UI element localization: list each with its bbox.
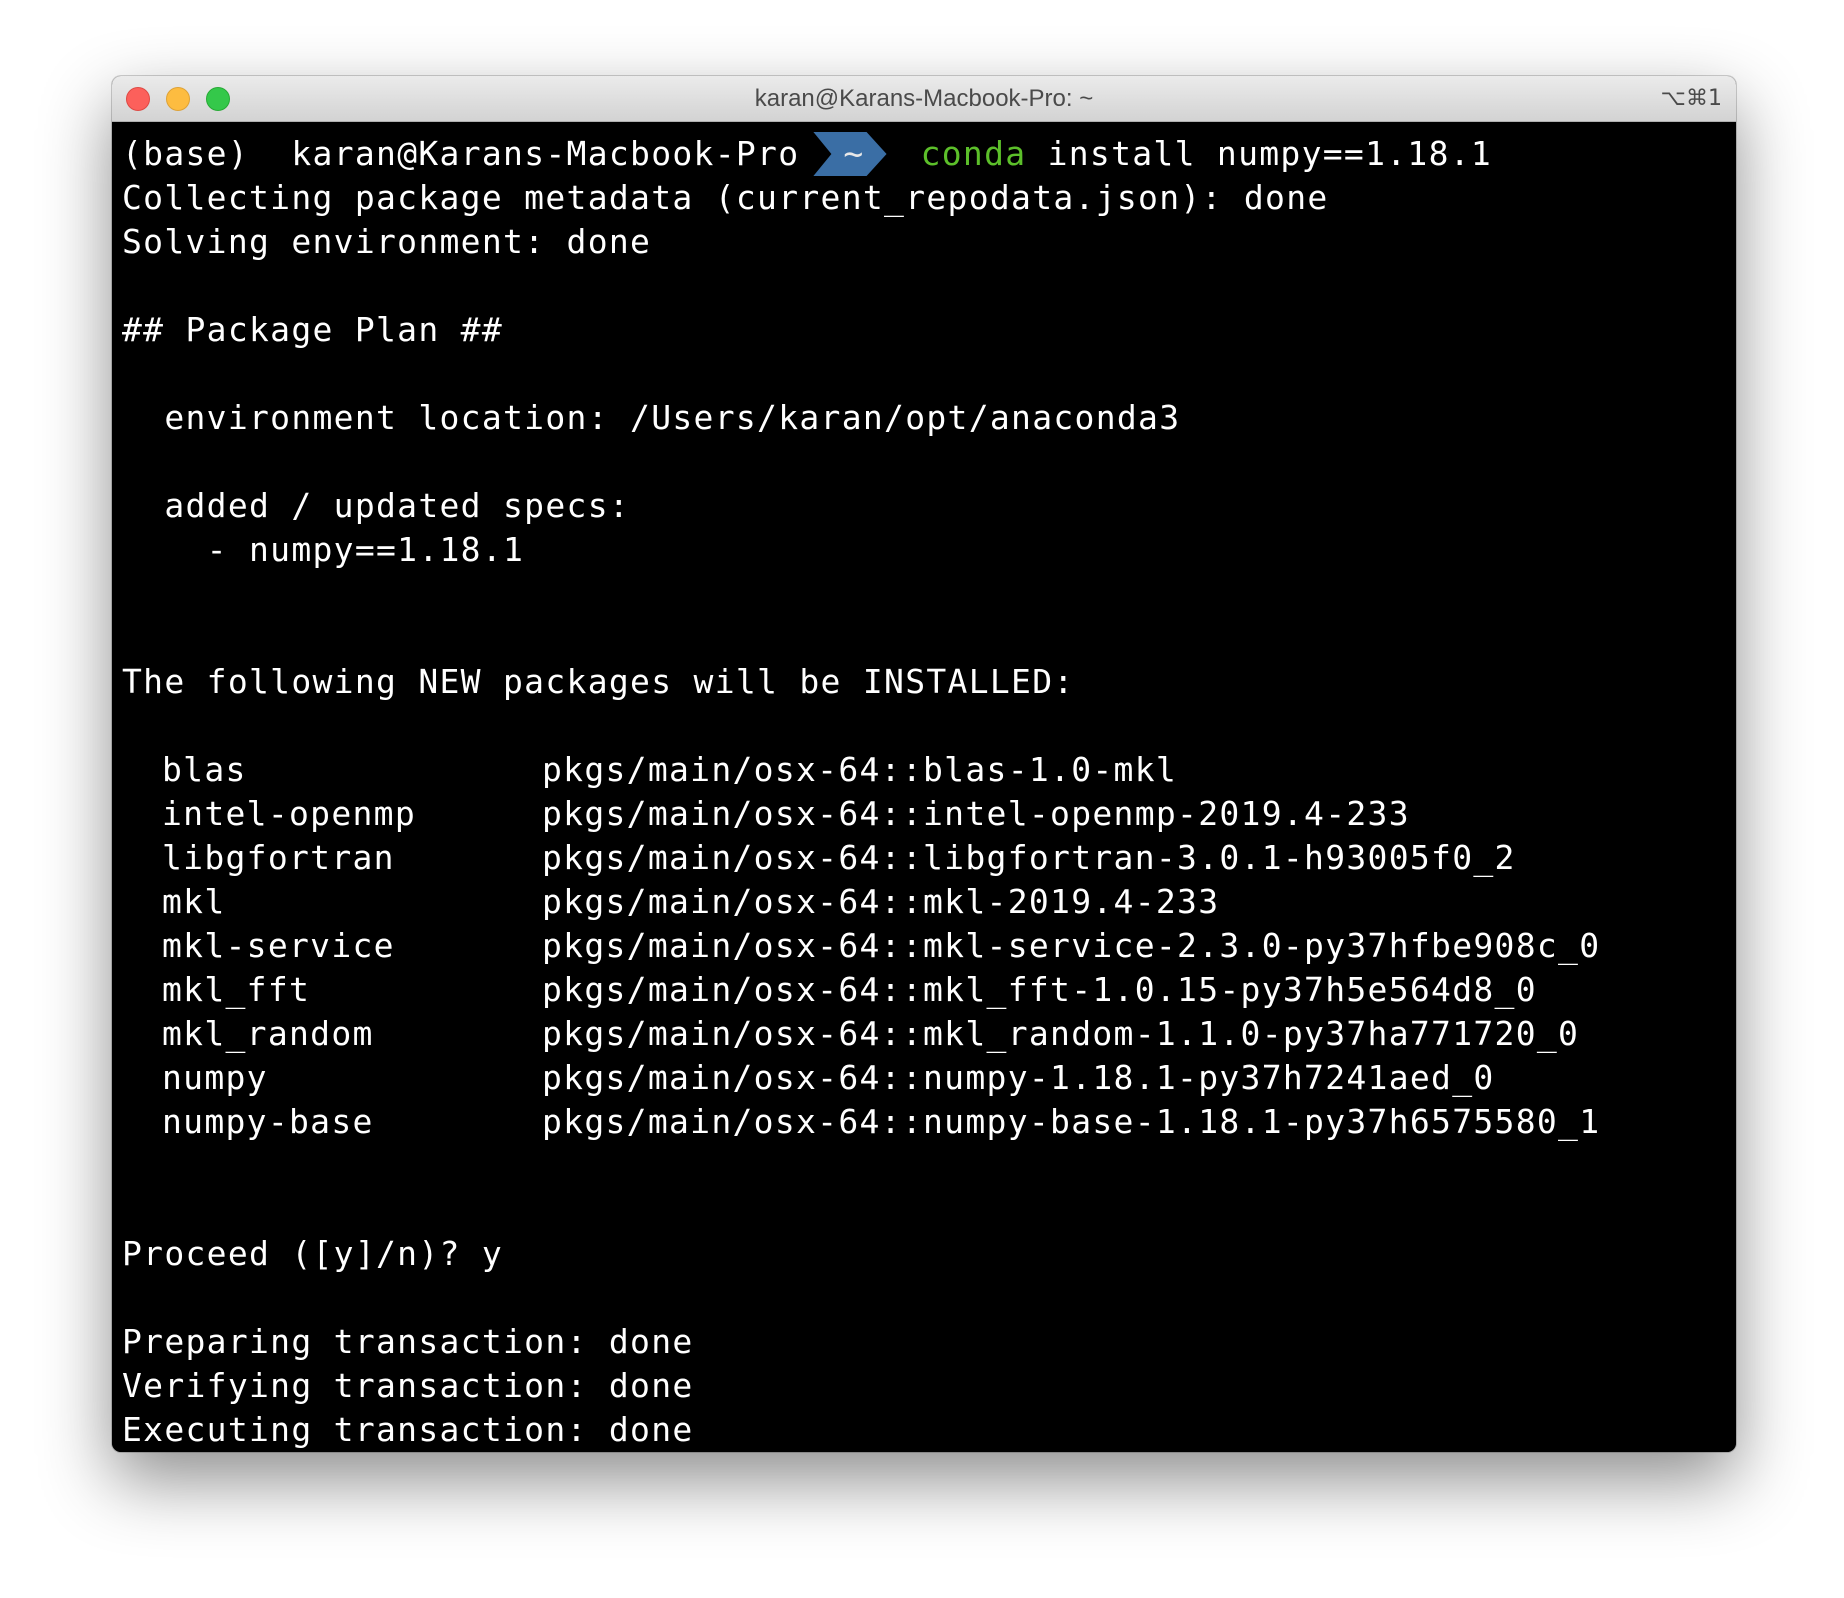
package-name: numpy-base — [162, 1102, 374, 1141]
package-row: mkl pkgs/main/osx-64::mkl-2019.4-233 — [122, 880, 1736, 924]
package-row: numpy-base pkgs/main/osx-64::numpy-base-1… — [122, 1100, 1736, 1144]
output-line: Verifying transaction: done — [122, 1366, 694, 1405]
package-spec: pkgs/main/osx-64::mkl-service-2.3.0-py37… — [542, 926, 1601, 965]
package-name: blas — [162, 750, 247, 789]
output-line: Executing transaction: done — [122, 1410, 694, 1449]
output-line: added / updated specs: — [122, 486, 631, 525]
package-row: mkl-service pkgs/main/osx-64::mkl-service… — [122, 924, 1736, 968]
prompt-user-host: karan@Karans-Macbook-Pro — [291, 134, 800, 173]
package-row: mkl_random pkgs/main/osx-64::mkl_random-1… — [122, 1012, 1736, 1056]
package-name: libgfortran — [162, 838, 395, 877]
package-name: mkl-service — [162, 926, 395, 965]
command-args: install numpy==1.18.1 — [1047, 134, 1493, 173]
package-row: numpy pkgs/main/osx-64::numpy-1.18.1-py37… — [122, 1056, 1736, 1100]
title-bar[interactable]: karan@Karans-Macbook-Pro: ~ ⌥⌘1 — [112, 76, 1736, 122]
package-name: mkl_random — [162, 1014, 374, 1053]
prompt-directory: ~ — [813, 132, 886, 176]
package-row: blas pkgs/main/osx-64::blas-1.0-mkl — [122, 748, 1736, 792]
package-spec: pkgs/main/osx-64::numpy-base-1.18.1-py37… — [542, 1102, 1601, 1141]
package-name: mkl — [162, 882, 226, 921]
package-row: mkl_fft pkgs/main/osx-64::mkl_fft-1.0.15-… — [122, 968, 1736, 1012]
package-name: mkl_fft — [162, 970, 311, 1009]
package-spec: pkgs/main/osx-64::blas-1.0-mkl — [542, 750, 1178, 789]
package-spec: pkgs/main/osx-64::numpy-1.18.1-py37h7241… — [542, 1058, 1495, 1097]
package-spec: pkgs/main/osx-64::intel-openmp-2019.4-23… — [542, 794, 1410, 833]
prompt-env: (base) — [122, 134, 250, 173]
package-spec: pkgs/main/osx-64::mkl_random-1.1.0-py37h… — [542, 1014, 1580, 1053]
output-line: environment location: /Users/karan/opt/a… — [122, 398, 1181, 437]
output-line: The following NEW packages will be INSTA… — [122, 662, 1075, 701]
output-line: Collecting package metadata (current_rep… — [122, 178, 1329, 217]
package-spec: pkgs/main/osx-64::mkl_fft-1.0.15-py37h5e… — [542, 970, 1537, 1009]
command-name: conda — [920, 134, 1027, 173]
package-name: intel-openmp — [162, 794, 417, 833]
package-name: numpy — [162, 1058, 268, 1097]
package-spec: pkgs/main/osx-64::libgfortran-3.0.1-h930… — [542, 838, 1516, 877]
terminal-output[interactable]: (base) karan@Karans-Macbook-Pro ~ conda in… — [112, 122, 1736, 1452]
prompt-line: (base) karan@Karans-Macbook-Pro ~ conda in… — [122, 132, 1736, 176]
package-row: libgfortran pkgs/main/osx-64::libgfortran… — [122, 836, 1736, 880]
output-line: Solving environment: done — [122, 222, 652, 261]
package-spec: pkgs/main/osx-64::mkl-2019.4-233 — [542, 882, 1220, 921]
output-line: Preparing transaction: done — [122, 1322, 694, 1361]
window-shortcut: ⌥⌘1 — [1660, 86, 1722, 111]
output-line: Proceed ([y]/n)? y — [122, 1234, 504, 1273]
package-row: intel-openmp pkgs/main/osx-64::intel-open… — [122, 792, 1736, 836]
window-title: karan@Karans-Macbook-Pro: ~ — [754, 85, 1094, 112]
terminal-window: karan@Karans-Macbook-Pro: ~ ⌥⌘1 (base) k… — [112, 76, 1736, 1452]
output-line: - numpy==1.18.1 — [122, 530, 525, 569]
output-line: ## Package Plan ## — [122, 310, 504, 349]
